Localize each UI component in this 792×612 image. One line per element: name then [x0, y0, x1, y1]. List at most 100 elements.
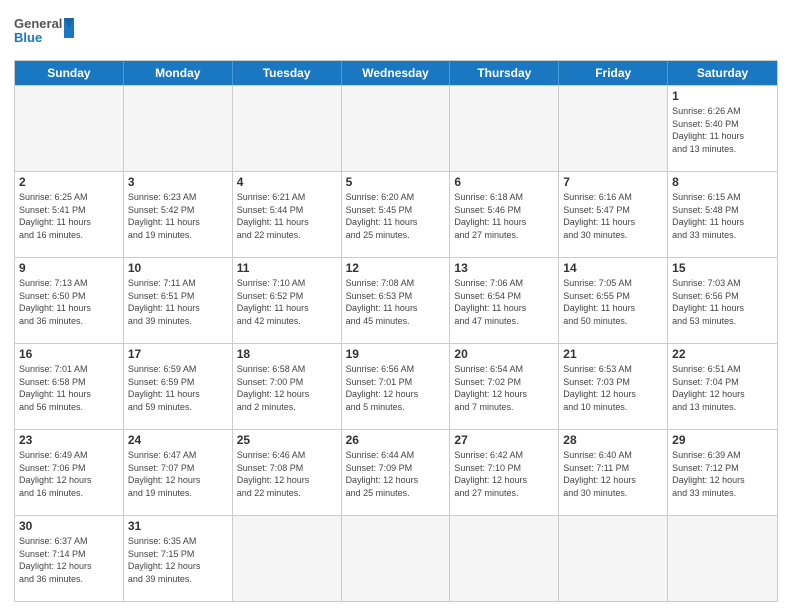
day-number: 7 — [563, 175, 663, 189]
day-number: 13 — [454, 261, 554, 275]
calendar-cell: 23Sunrise: 6:49 AM Sunset: 7:06 PM Dayli… — [15, 430, 124, 515]
calendar-row: 23Sunrise: 6:49 AM Sunset: 7:06 PM Dayli… — [15, 429, 777, 515]
day-info: Sunrise: 7:03 AM Sunset: 6:56 PM Dayligh… — [672, 277, 773, 327]
calendar-cell: 10Sunrise: 7:11 AM Sunset: 6:51 PM Dayli… — [124, 258, 233, 343]
weekday-header: Wednesday — [342, 61, 451, 85]
day-number: 12 — [346, 261, 446, 275]
day-info: Sunrise: 7:13 AM Sunset: 6:50 PM Dayligh… — [19, 277, 119, 327]
day-number: 21 — [563, 347, 663, 361]
weekday-header: Friday — [559, 61, 668, 85]
svg-text:General: General — [14, 16, 62, 31]
calendar-cell — [15, 86, 124, 171]
day-info: Sunrise: 6:54 AM Sunset: 7:02 PM Dayligh… — [454, 363, 554, 413]
day-info: Sunrise: 6:39 AM Sunset: 7:12 PM Dayligh… — [672, 449, 773, 499]
calendar-cell: 31 Sunrise: 6:35 AM Sunset: 7:15 PM Dayli… — [124, 516, 233, 601]
page: General Blue SundayMondayTuesdayWednesda… — [0, 0, 792, 612]
day-number: 1 — [672, 89, 773, 103]
weekday-header: Saturday — [668, 61, 777, 85]
weekday-header: Sunday — [15, 61, 124, 85]
day-info: Sunrise: 6:16 AM Sunset: 5:47 PM Dayligh… — [563, 191, 663, 241]
day-info: Sunrise: 6:37 AM Sunset: 7:14 PM Dayligh… — [19, 535, 119, 585]
calendar-cell: 3 Sunrise: 6:23 AM Sunset: 5:42 PM Daylig… — [124, 172, 233, 257]
weekday-header: Thursday — [450, 61, 559, 85]
day-number: 20 — [454, 347, 554, 361]
calendar-cell — [559, 86, 668, 171]
day-info: Sunrise: 6:51 AM Sunset: 7:04 PM Dayligh… — [672, 363, 773, 413]
calendar-cell: 30Sunrise: 6:37 AM Sunset: 7:14 PM Dayli… — [15, 516, 124, 601]
day-number: 28 — [563, 433, 663, 447]
calendar-cell: 15Sunrise: 7:03 AM Sunset: 6:56 PM Dayli… — [668, 258, 777, 343]
day-info: Sunrise: 6:42 AM Sunset: 7:10 PM Dayligh… — [454, 449, 554, 499]
calendar-cell: 7 Sunrise: 6:16 AM Sunset: 5:47 PM Daylig… — [559, 172, 668, 257]
day-number: 14 — [563, 261, 663, 275]
day-number: 3 — [128, 175, 228, 189]
calendar-cell — [668, 516, 777, 601]
day-info: Sunrise: 6:35 AM Sunset: 7:15 PM Dayligh… — [128, 535, 228, 585]
day-number: 19 — [346, 347, 446, 361]
calendar-header: SundayMondayTuesdayWednesdayThursdayFrid… — [15, 61, 777, 85]
day-info: Sunrise: 6:44 AM Sunset: 7:09 PM Dayligh… — [346, 449, 446, 499]
calendar-cell: 6Sunrise: 6:18 AM Sunset: 5:46 PM Daylig… — [450, 172, 559, 257]
day-info: Sunrise: 6:23 AM Sunset: 5:42 PM Dayligh… — [128, 191, 228, 241]
day-info: Sunrise: 7:08 AM Sunset: 6:53 PM Dayligh… — [346, 277, 446, 327]
calendar-cell: 21 Sunrise: 6:53 AM Sunset: 7:03 PM Dayli… — [559, 344, 668, 429]
calendar-cell: 19 Sunrise: 6:56 AM Sunset: 7:01 PM Dayli… — [342, 344, 451, 429]
calendar-cell: 12 Sunrise: 7:08 AM Sunset: 6:53 PM Dayli… — [342, 258, 451, 343]
day-info: Sunrise: 6:47 AM Sunset: 7:07 PM Dayligh… — [128, 449, 228, 499]
calendar-cell — [124, 86, 233, 171]
svg-text:Blue: Blue — [14, 30, 42, 45]
day-info: Sunrise: 6:40 AM Sunset: 7:11 PM Dayligh… — [563, 449, 663, 499]
calendar-cell: 17Sunrise: 6:59 AM Sunset: 6:59 PM Dayli… — [124, 344, 233, 429]
calendar-cell — [450, 86, 559, 171]
day-number: 31 — [128, 519, 228, 533]
calendar-cell — [342, 516, 451, 601]
day-number: 4 — [237, 175, 337, 189]
day-info: Sunrise: 6:25 AM Sunset: 5:41 PM Dayligh… — [19, 191, 119, 241]
calendar-cell — [342, 86, 451, 171]
calendar-cell: 8 Sunrise: 6:15 AM Sunset: 5:48 PM Daylig… — [668, 172, 777, 257]
calendar-cell — [233, 86, 342, 171]
day-info: Sunrise: 6:56 AM Sunset: 7:01 PM Dayligh… — [346, 363, 446, 413]
day-number: 11 — [237, 261, 337, 275]
day-number: 17 — [128, 347, 228, 361]
calendar-cell: 4 Sunrise: 6:21 AM Sunset: 5:44 PM Daylig… — [233, 172, 342, 257]
day-number: 26 — [346, 433, 446, 447]
calendar-cell: 20 Sunrise: 6:54 AM Sunset: 7:02 PM Dayli… — [450, 344, 559, 429]
calendar-row: 16 Sunrise: 7:01 AM Sunset: 6:58 PM Dayli… — [15, 343, 777, 429]
calendar-cell: 2Sunrise: 6:25 AM Sunset: 5:41 PM Daylig… — [15, 172, 124, 257]
header: General Blue — [14, 10, 778, 54]
day-info: Sunrise: 7:06 AM Sunset: 6:54 PM Dayligh… — [454, 277, 554, 327]
weekday-header: Monday — [124, 61, 233, 85]
day-info: Sunrise: 7:11 AM Sunset: 6:51 PM Dayligh… — [128, 277, 228, 327]
day-number: 23 — [19, 433, 119, 447]
calendar-cell: 13 Sunrise: 7:06 AM Sunset: 6:54 PM Dayli… — [450, 258, 559, 343]
day-number: 9 — [19, 261, 119, 275]
day-info: Sunrise: 7:10 AM Sunset: 6:52 PM Dayligh… — [237, 277, 337, 327]
day-number: 22 — [672, 347, 773, 361]
calendar-cell — [233, 516, 342, 601]
calendar-cell: 29 Sunrise: 6:39 AM Sunset: 7:12 PM Dayli… — [668, 430, 777, 515]
calendar-cell — [450, 516, 559, 601]
logo-icon: General Blue — [14, 10, 74, 54]
calendar-row: 30Sunrise: 6:37 AM Sunset: 7:14 PM Dayli… — [15, 515, 777, 601]
day-number: 5 — [346, 175, 446, 189]
day-number: 18 — [237, 347, 337, 361]
calendar-cell: 24 Sunrise: 6:47 AM Sunset: 7:07 PM Dayli… — [124, 430, 233, 515]
day-number: 29 — [672, 433, 773, 447]
day-info: Sunrise: 6:53 AM Sunset: 7:03 PM Dayligh… — [563, 363, 663, 413]
calendar-cell: 28 Sunrise: 6:40 AM Sunset: 7:11 PM Dayli… — [559, 430, 668, 515]
day-info: Sunrise: 6:15 AM Sunset: 5:48 PM Dayligh… — [672, 191, 773, 241]
calendar-cell: 14Sunrise: 7:05 AM Sunset: 6:55 PM Dayli… — [559, 258, 668, 343]
day-info: Sunrise: 7:01 AM Sunset: 6:58 PM Dayligh… — [19, 363, 119, 413]
calendar-cell: 5 Sunrise: 6:20 AM Sunset: 5:45 PM Daylig… — [342, 172, 451, 257]
day-number: 24 — [128, 433, 228, 447]
day-number: 16 — [19, 347, 119, 361]
calendar-cell: 18Sunrise: 6:58 AM Sunset: 7:00 PM Dayli… — [233, 344, 342, 429]
calendar-row: 9 Sunrise: 7:13 AM Sunset: 6:50 PM Daylig… — [15, 257, 777, 343]
day-info: Sunrise: 6:20 AM Sunset: 5:45 PM Dayligh… — [346, 191, 446, 241]
day-number: 8 — [672, 175, 773, 189]
calendar-cell: 25Sunrise: 6:46 AM Sunset: 7:08 PM Dayli… — [233, 430, 342, 515]
calendar-row: 1Sunrise: 6:26 AM Sunset: 5:40 PM Daylig… — [15, 85, 777, 171]
day-info: Sunrise: 6:21 AM Sunset: 5:44 PM Dayligh… — [237, 191, 337, 241]
calendar-cell: 26 Sunrise: 6:44 AM Sunset: 7:09 PM Dayli… — [342, 430, 451, 515]
